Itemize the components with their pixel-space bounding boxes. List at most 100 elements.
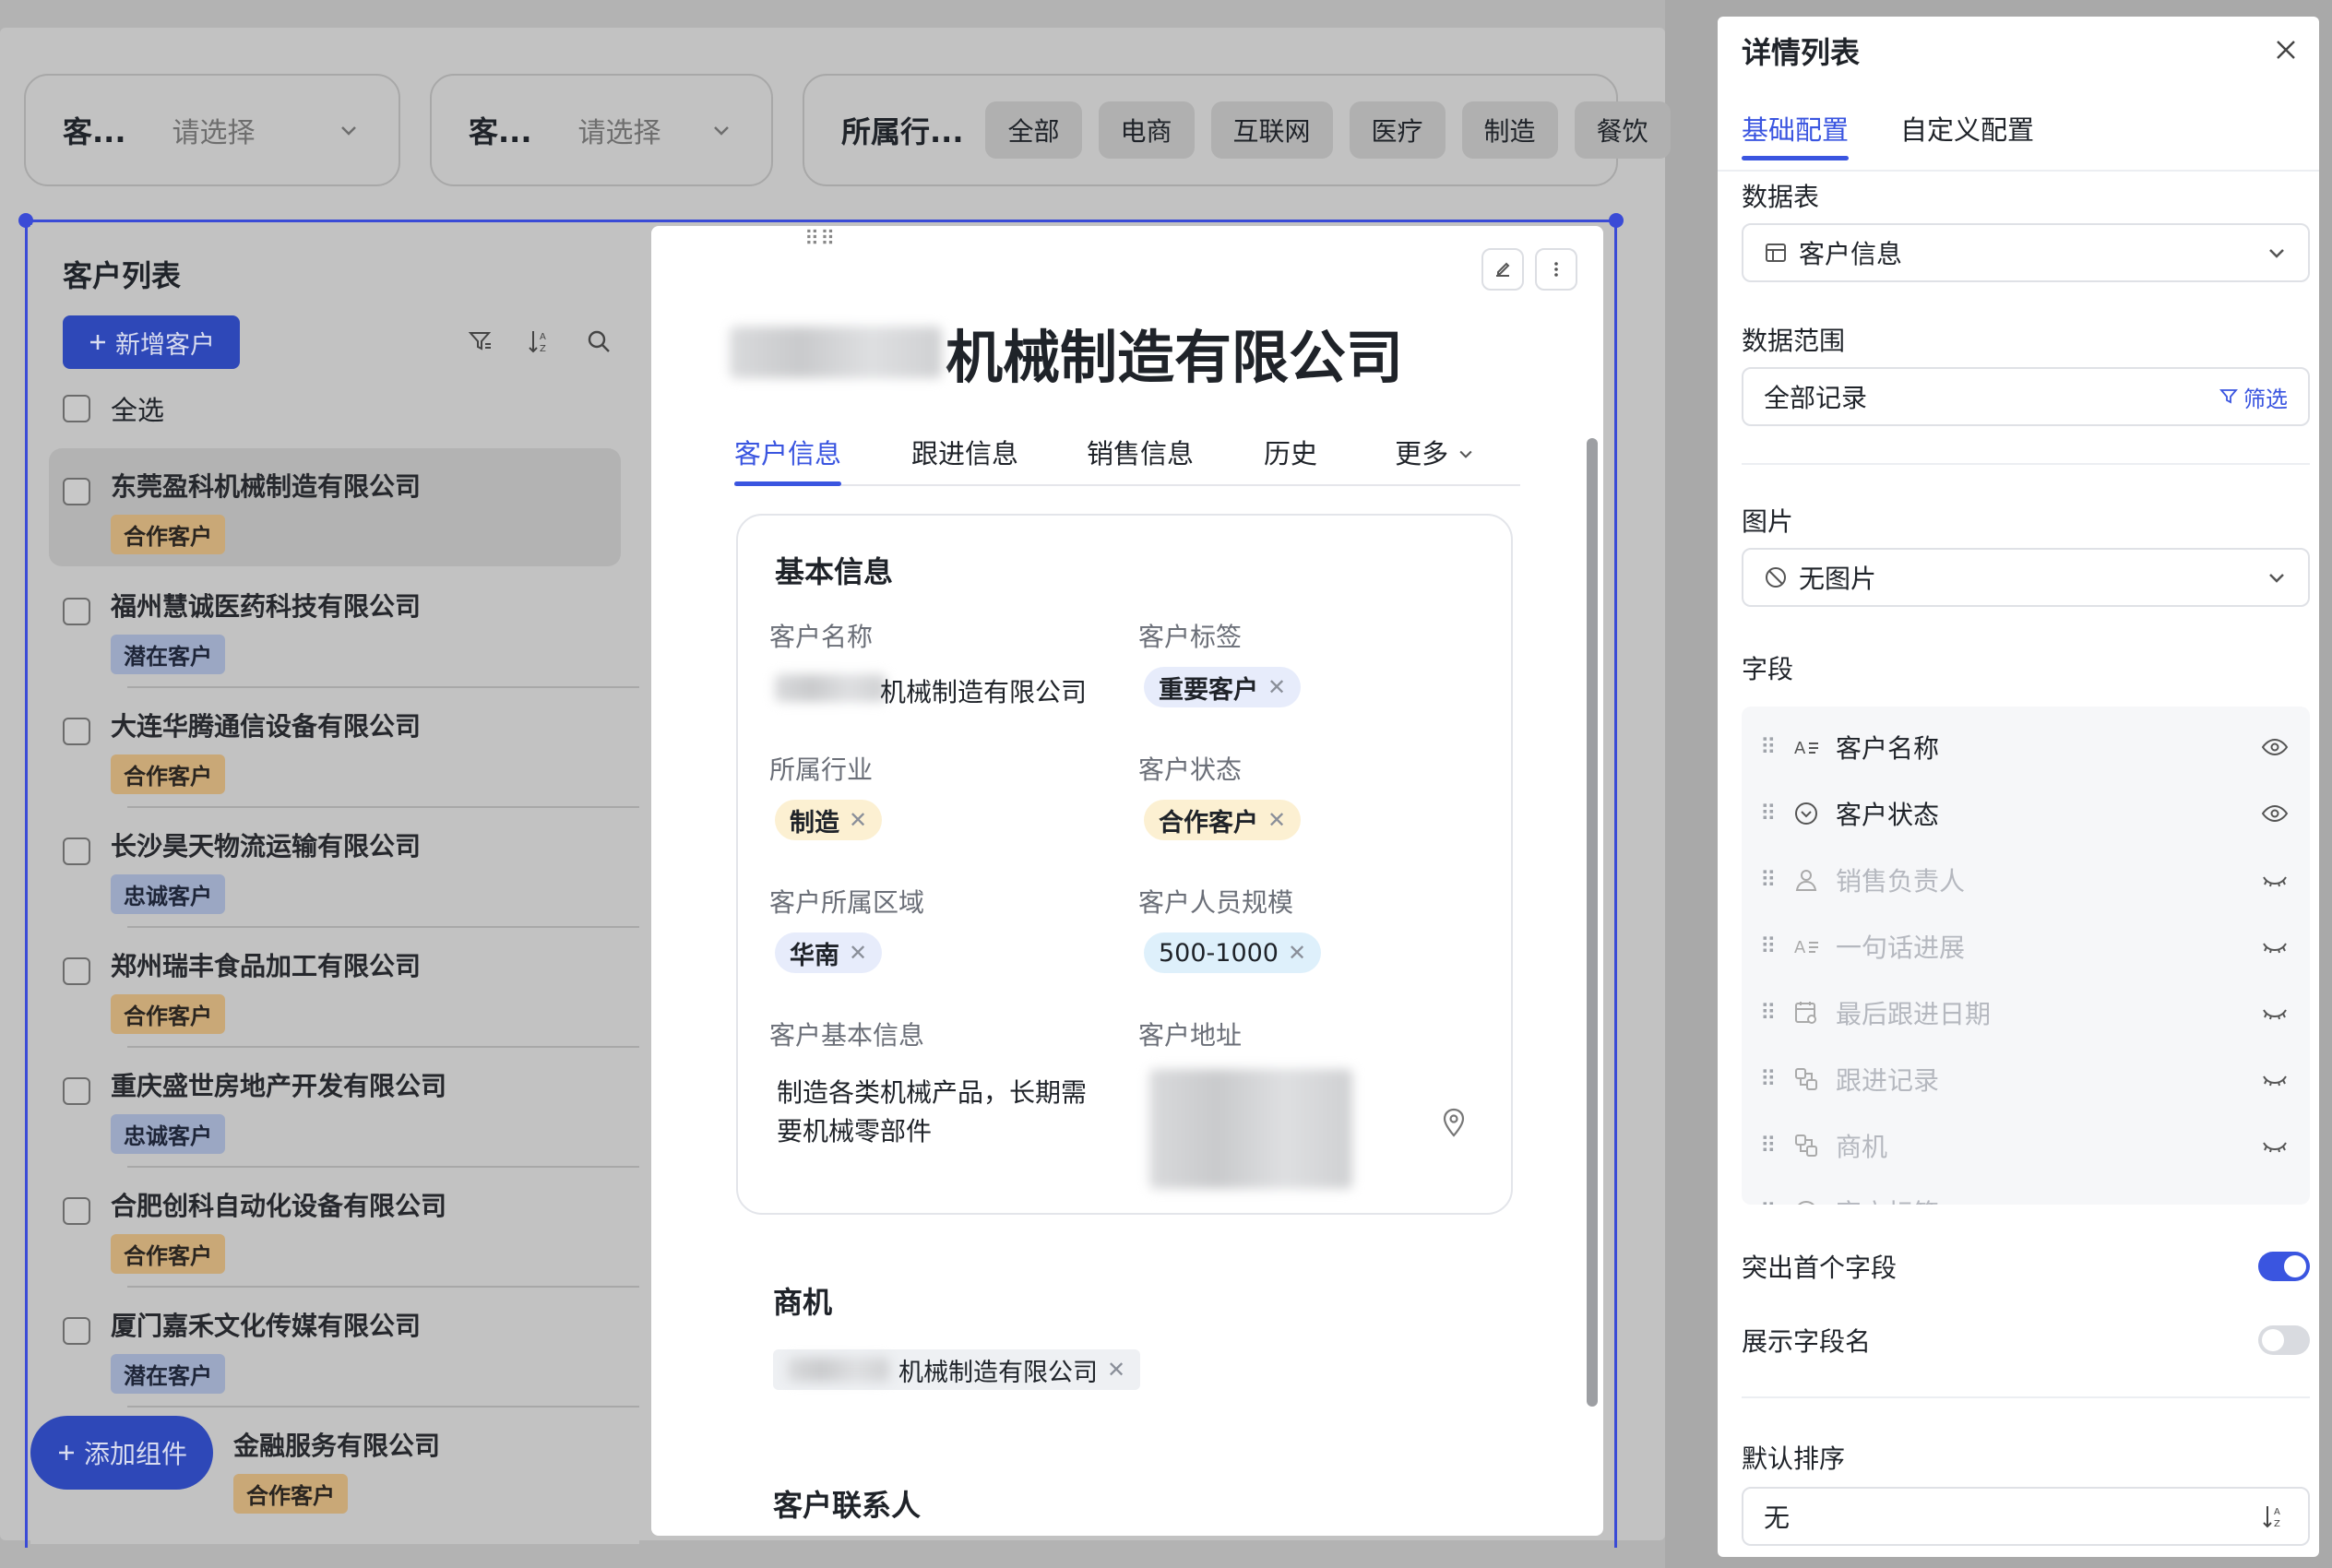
close-icon[interactable]: ✕ [1267, 807, 1286, 833]
item-checkbox[interactable] [63, 1077, 90, 1105]
eye-off-icon[interactable] [2258, 1195, 2291, 1205]
filter-button[interactable]: 筛选 [2219, 381, 2288, 413]
eye-icon[interactable] [2258, 797, 2291, 830]
status-badge: 合作客户 [111, 1234, 225, 1274]
field-label: 所属行业 [769, 754, 874, 785]
tab-customer-info[interactable]: 客户信息 [734, 422, 842, 486]
tab-sales-info[interactable]: 销售信息 [1087, 422, 1194, 484]
eye-icon[interactable] [2258, 731, 2291, 764]
sort-icon[interactable]: AZ [523, 325, 556, 358]
drag-handle-icon[interactable]: ⠿ [1760, 734, 1777, 760]
item-checkbox[interactable] [63, 718, 90, 745]
person-icon [1790, 863, 1823, 897]
field-row-customer-tag[interactable]: ⠿ 客户标签 [1742, 1179, 2310, 1205]
close-icon[interactable] [2269, 33, 2302, 66]
tab-basic-config[interactable]: 基础配置 [1742, 109, 1850, 160]
chevron-down-icon[interactable] [336, 117, 362, 143]
drag-handle-icon[interactable]: ⠿ [1760, 1133, 1777, 1158]
drag-handle-icon[interactable]: ⠿⠿ [804, 228, 836, 251]
item-checkbox[interactable] [63, 837, 90, 865]
list-item[interactable]: 长沙昊天物流运输有限公司 忠诚客户 [49, 808, 621, 926]
field-row-customer-name[interactable]: ⠿ A 客户名称 [1742, 714, 2310, 780]
close-icon[interactable]: ✕ [1107, 1357, 1125, 1383]
highlight-first-toggle[interactable] [2258, 1252, 2310, 1281]
filter-customer-1[interactable]: 客... 请选择 [24, 74, 400, 186]
eye-off-icon[interactable] [2258, 1063, 2291, 1096]
item-checkbox[interactable] [63, 957, 90, 985]
close-icon[interactable]: ✕ [849, 940, 867, 966]
image-select[interactable]: 无图片 [1742, 548, 2310, 607]
drag-handle-icon[interactable]: ⠿ [1760, 801, 1777, 826]
chip-all[interactable]: 全部 [985, 101, 1082, 159]
filter-icon[interactable] [464, 325, 497, 358]
drag-handle-icon[interactable]: ⠿ [1760, 1000, 1777, 1026]
list-item[interactable]: 厦门嘉禾文化传媒有限公司 潜在客户 [49, 1288, 621, 1406]
edit-icon[interactable] [1481, 248, 1524, 291]
item-checkbox[interactable] [63, 1317, 90, 1345]
tab-more[interactable]: 更多 [1395, 422, 1475, 484]
eye-off-icon[interactable] [2258, 996, 2291, 1029]
field-label: 客户标签 [1138, 622, 1243, 652]
fields-list: ⠿ A 客户名称 ⠿ 客户状态 ⠿ 销售负责人 ⠿ A 一句话进展 ⠿ 最后跟进… [1742, 707, 2310, 1205]
chip-catering[interactable]: 餐饮 [1574, 101, 1671, 159]
field-row-followup-records[interactable]: ⠿ 跟进记录 [1742, 1046, 2310, 1112]
more-vertical-icon[interactable] [1535, 248, 1577, 291]
tag-label: 华南 [790, 941, 839, 970]
drag-handle-icon[interactable]: ⠿ [1760, 867, 1777, 893]
add-customer-button[interactable]: 新增客户 [63, 315, 240, 369]
highlight-first-field-row: 突出首个字段 [1742, 1248, 2310, 1285]
search-icon[interactable] [582, 325, 615, 358]
divider [1742, 1396, 2310, 1398]
chevron-down-icon[interactable] [708, 117, 734, 143]
drag-handle-icon[interactable]: ⠿ [1760, 1199, 1777, 1205]
field-row-opportunity[interactable]: ⠿ 商机 [1742, 1112, 2310, 1179]
list-item[interactable]: 东莞盈科机械制造有限公司 合作客户 [49, 448, 621, 566]
close-icon[interactable]: ✕ [1288, 940, 1306, 966]
item-checkbox[interactable] [63, 478, 90, 505]
chip-ecommerce[interactable]: 电商 [1098, 101, 1195, 159]
eye-off-icon[interactable] [2258, 863, 2291, 897]
filter-placeholder: 请选择 [172, 117, 256, 149]
field-row-sales-owner[interactable]: ⠿ 销售负责人 [1742, 847, 2310, 913]
resize-handle[interactable] [1609, 213, 1624, 228]
list-item[interactable]: 郑州瑞丰食品加工有限公司 合作客户 [49, 928, 621, 1046]
close-icon[interactable]: ✕ [1267, 674, 1286, 700]
field-row-customer-status[interactable]: ⠿ 客户状态 [1742, 780, 2310, 847]
tag-status: 合作客户 ✕ [1144, 800, 1302, 840]
tab-history[interactable]: 历史 [1264, 422, 1317, 484]
eye-off-icon[interactable] [2258, 930, 2291, 963]
item-checkbox[interactable] [63, 598, 90, 625]
add-component-button[interactable]: 添加组件 [30, 1416, 213, 1490]
location-pin-icon[interactable] [1437, 1106, 1470, 1139]
select-all[interactable]: 全选 [63, 389, 164, 428]
customer-list-panel: 客户列表 新增客户 AZ 全选 东莞盈科机械制造有限公司 合作客户 福州慧诚医药… [30, 225, 639, 1544]
scrollbar[interactable] [1587, 438, 1598, 1407]
chip-medical[interactable]: 医疗 [1349, 101, 1446, 159]
range-select[interactable]: 全部记录 筛选 [1742, 367, 2310, 426]
tab-custom-config[interactable]: 自定义配置 [1900, 109, 2034, 160]
chip-manufacturing[interactable]: 制造 [1461, 101, 1558, 159]
svg-text:Z: Z [540, 344, 546, 354]
chip-internet[interactable]: 互联网 [1210, 101, 1333, 159]
list-item[interactable]: 福州慧诚医药科技有限公司 潜在客户 [49, 568, 621, 686]
item-checkbox[interactable] [63, 1197, 90, 1225]
add-component-label: 添加组件 [83, 1439, 187, 1469]
default-sort-select[interactable]: 无 AZ [1742, 1487, 2310, 1546]
status-badge: 合作客户 [111, 994, 225, 1034]
show-field-name-toggle[interactable] [2258, 1325, 2310, 1355]
close-icon[interactable]: ✕ [849, 807, 867, 833]
select-all-checkbox[interactable] [63, 395, 90, 422]
list-item[interactable]: 重庆盛世房地产开发有限公司 忠诚客户 [49, 1048, 621, 1166]
field-label: 客户所属区域 [769, 887, 925, 918]
tag-industry: 制造 ✕ [775, 800, 883, 840]
drag-handle-icon[interactable]: ⠿ [1760, 933, 1777, 959]
drag-handle-icon[interactable]: ⠿ [1760, 1066, 1777, 1092]
field-row-last-followup-date[interactable]: ⠿ 最后跟进日期 [1742, 980, 2310, 1046]
eye-off-icon[interactable] [2258, 1129, 2291, 1162]
filter-customer-2[interactable]: 客... 请选择 [430, 74, 773, 186]
tab-followup-info[interactable]: 跟进信息 [911, 422, 1018, 484]
datatable-select[interactable]: 客户信息 [1742, 223, 2310, 282]
field-row-progress[interactable]: ⠿ A 一句话进展 [1742, 913, 2310, 980]
list-item[interactable]: 大连华腾通信设备有限公司 合作客户 [49, 688, 621, 806]
list-item[interactable]: 合肥创科自动化设备有限公司 合作客户 [49, 1168, 621, 1286]
